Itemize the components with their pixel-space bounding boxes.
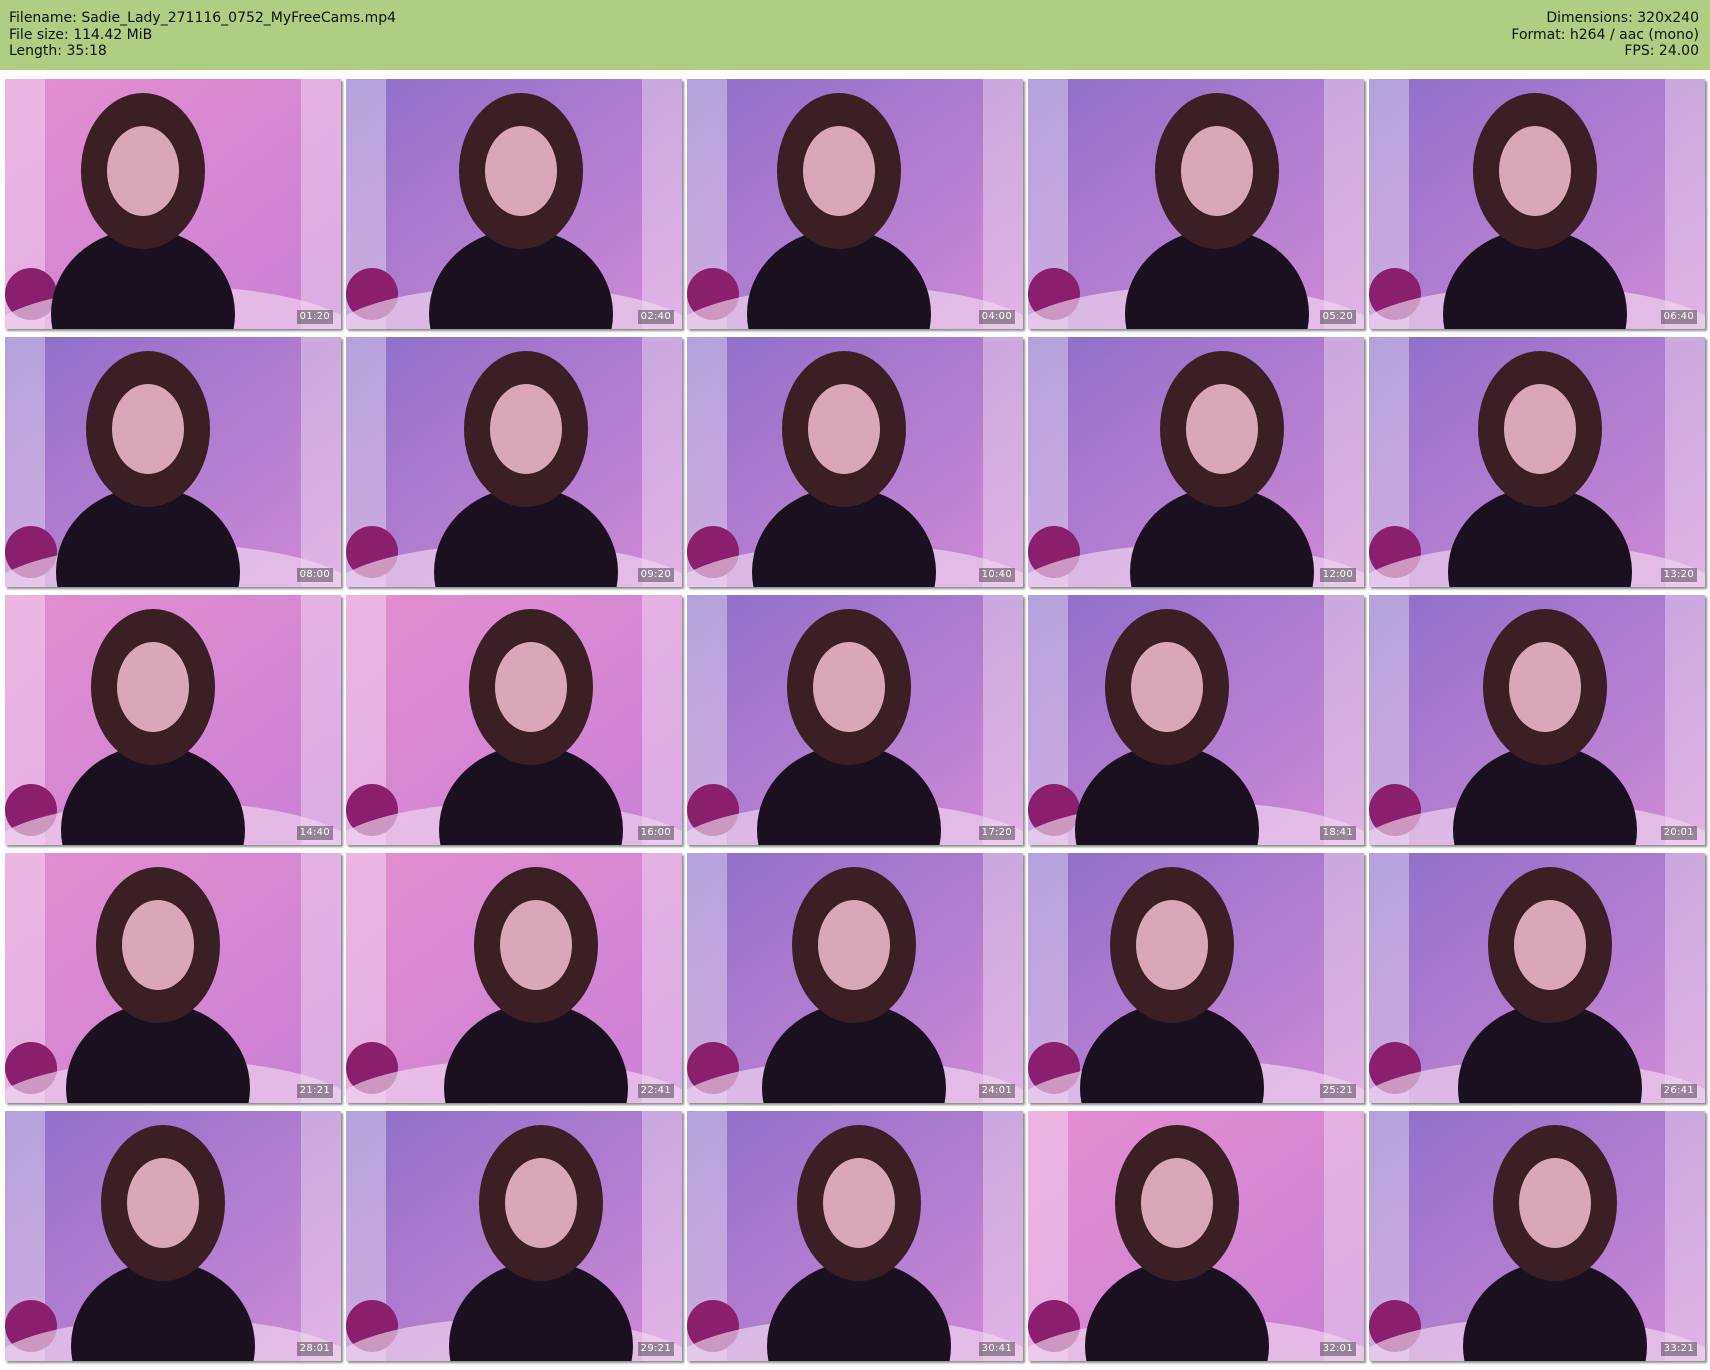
timestamp-label: 10:40 — [978, 568, 1015, 582]
filesize-value: 114.42 MiB — [73, 26, 153, 43]
video-thumbnail-4[interactable]: 05:20 — [1028, 79, 1364, 329]
timestamp-label: 16:00 — [637, 826, 674, 840]
video-frame-image — [5, 853, 341, 1103]
video-frame-image — [687, 79, 1023, 329]
timestamp-label: 33:21 — [1660, 1342, 1697, 1356]
video-thumbnail-2[interactable]: 02:40 — [346, 79, 682, 329]
video-frame-image — [1028, 1111, 1364, 1361]
video-thumbnail-24[interactable]: 32:01 — [1028, 1111, 1364, 1361]
dimensions-label: Dimensions: — [1546, 10, 1633, 26]
timestamp-label: 26:41 — [1660, 1084, 1697, 1098]
video-thumbnail-16[interactable]: 21:21 — [5, 853, 341, 1103]
timestamp-label: 06:40 — [1660, 310, 1697, 324]
video-frame-image — [1028, 595, 1364, 845]
video-frame-image — [346, 79, 682, 329]
video-frame-image — [1028, 79, 1364, 329]
filename-label: Filename: — [9, 10, 77, 26]
length-value: 35:18 — [66, 43, 107, 59]
filename-value: Sadie_Lady_271116_0752_MyFreeCams.mp4 — [81, 10, 397, 26]
fps-value: 24.00 — [1658, 43, 1699, 59]
length-row: Length: 35:18 — [9, 43, 396, 60]
format-row: Format: h264 / aac (mono) — [1511, 27, 1699, 44]
video-thumbnail-11[interactable]: 14:40 — [5, 595, 341, 845]
filesize-label: File size: — [9, 26, 69, 43]
video-thumbnail-13[interactable]: 17:20 — [687, 595, 1023, 845]
video-thumbnail-20[interactable]: 26:41 — [1369, 853, 1705, 1103]
video-frame-image — [1369, 79, 1705, 329]
video-thumbnail-1[interactable]: 01:20 — [5, 79, 341, 329]
timestamp-label: 30:41 — [978, 1342, 1015, 1356]
video-thumbnail-9[interactable]: 12:00 — [1028, 337, 1364, 587]
video-thumbnail-17[interactable]: 22:41 — [346, 853, 682, 1103]
timestamp-label: 24:01 — [978, 1084, 1015, 1098]
video-thumbnail-23[interactable]: 30:41 — [687, 1111, 1023, 1361]
timestamp-label: 08:00 — [296, 568, 333, 582]
video-thumbnail-8[interactable]: 10:40 — [687, 337, 1023, 587]
video-thumbnail-3[interactable]: 04:00 — [687, 79, 1023, 329]
filesize-row: File size: 114.42 MiB — [9, 27, 396, 44]
timestamp-label: 28:01 — [296, 1342, 333, 1356]
fps-row: FPS: 24.00 — [1511, 43, 1699, 60]
timestamp-label: 25:21 — [1319, 1084, 1356, 1098]
video-frame-image — [1369, 595, 1705, 845]
timestamp-label: 29:21 — [637, 1342, 674, 1356]
format-label: Format: — [1511, 26, 1566, 43]
format-value: h264 / aac (mono) — [1569, 26, 1699, 43]
timestamp-label: 21:21 — [296, 1084, 333, 1098]
video-frame-image — [1369, 337, 1705, 587]
video-thumbnail-10[interactable]: 13:20 — [1369, 337, 1705, 587]
video-frame-image — [5, 1111, 341, 1361]
timestamp-label: 01:20 — [296, 310, 333, 324]
video-frame-image — [1369, 1111, 1705, 1361]
video-frame-image — [5, 337, 341, 587]
timestamp-label: 09:20 — [637, 568, 674, 582]
video-thumbnail-19[interactable]: 25:21 — [1028, 853, 1364, 1103]
video-frame-image — [687, 853, 1023, 1103]
video-thumbnail-14[interactable]: 18:41 — [1028, 595, 1364, 845]
video-frame-image — [687, 595, 1023, 845]
video-thumbnail-25[interactable]: 33:21 — [1369, 1111, 1705, 1361]
timestamp-label: 20:01 — [1660, 826, 1697, 840]
length-label: Length: — [9, 43, 63, 59]
timestamp-label: 18:41 — [1319, 826, 1356, 840]
video-thumbnail-21[interactable]: 28:01 — [5, 1111, 341, 1361]
timestamp-label: 02:40 — [637, 310, 674, 324]
timestamp-label: 22:41 — [637, 1084, 674, 1098]
video-frame-image — [346, 1111, 682, 1361]
video-thumbnail-6[interactable]: 08:00 — [5, 337, 341, 587]
video-frame-image — [346, 853, 682, 1103]
video-frame-image — [5, 79, 341, 329]
video-frame-image — [1028, 337, 1364, 587]
video-thumbnail-12[interactable]: 16:00 — [346, 595, 682, 845]
timestamp-label: 17:20 — [978, 826, 1015, 840]
dimensions-row: Dimensions: 320x240 — [1511, 10, 1699, 27]
video-frame-image — [687, 1111, 1023, 1361]
video-frame-image — [687, 337, 1023, 587]
thumbnail-grid: 01:20 02:40 04:00 05:20 06:40 08:00 09:2… — [5, 79, 1705, 1364]
timestamp-label: 32:01 — [1319, 1342, 1356, 1356]
video-thumbnail-7[interactable]: 09:20 — [346, 337, 682, 587]
file-info-left: Filename: Sadie_Lady_271116_0752_MyFreeC… — [9, 10, 396, 60]
video-frame-image — [5, 595, 341, 845]
video-frame-image — [346, 595, 682, 845]
video-thumbnail-5[interactable]: 06:40 — [1369, 79, 1705, 329]
file-info-header: Filename: Sadie_Lady_271116_0752_MyFreeC… — [0, 0, 1710, 70]
timestamp-label: 13:20 — [1660, 568, 1697, 582]
timestamp-label: 04:00 — [978, 310, 1015, 324]
file-info-right: Dimensions: 320x240 Format: h264 / aac (… — [1511, 10, 1699, 60]
video-frame-image — [1369, 853, 1705, 1103]
filename-row: Filename: Sadie_Lady_271116_0752_MyFreeC… — [9, 10, 396, 27]
video-thumbnail-18[interactable]: 24:01 — [687, 853, 1023, 1103]
timestamp-label: 12:00 — [1319, 568, 1356, 582]
dimensions-value: 320x240 — [1637, 10, 1699, 26]
video-frame-image — [1028, 853, 1364, 1103]
video-thumbnail-22[interactable]: 29:21 — [346, 1111, 682, 1361]
timestamp-label: 14:40 — [296, 826, 333, 840]
fps-label: FPS: — [1624, 43, 1655, 59]
video-frame-image — [346, 337, 682, 587]
video-thumbnail-15[interactable]: 20:01 — [1369, 595, 1705, 845]
timestamp-label: 05:20 — [1319, 310, 1356, 324]
